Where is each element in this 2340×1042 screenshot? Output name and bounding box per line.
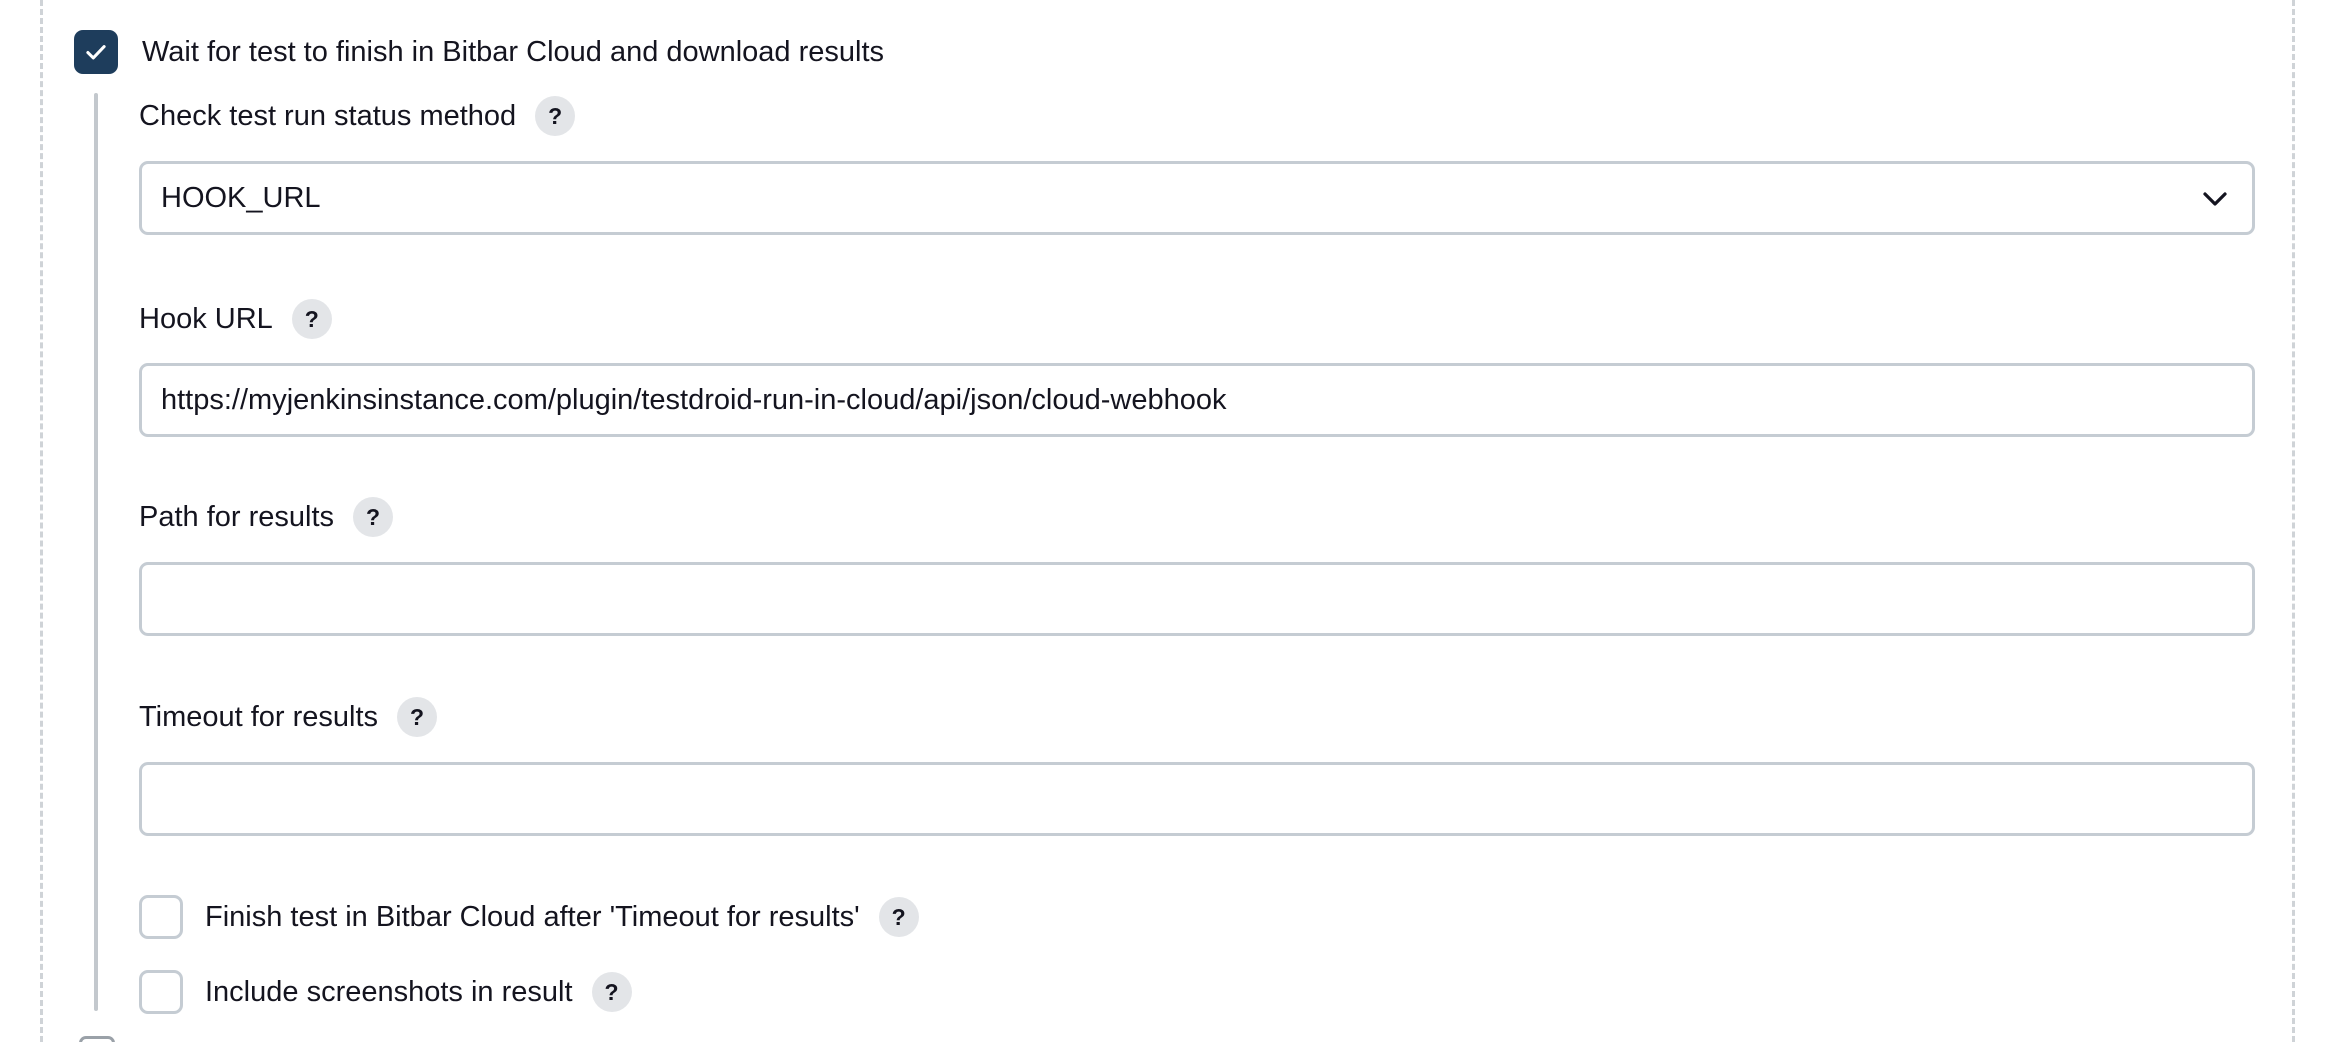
wait-for-test-label[interactable]: Wait for test to finish in Bitbar Cloud … — [142, 32, 884, 72]
hook-url-input[interactable]: https://myjenkinsinstance.com/plugin/tes… — [139, 363, 2255, 437]
results-timeout-field-label: Timeout for results ? — [139, 697, 438, 737]
results-path-input[interactable] — [139, 562, 2255, 636]
finish-after-timeout-row: Finish test in Bitbar Cloud after 'Timeo… — [205, 897, 919, 937]
hook-url-value: https://myjenkinsinstance.com/plugin/tes… — [161, 384, 1227, 416]
include-screenshots-checkbox[interactable] — [139, 970, 183, 1014]
finish-after-timeout-help-button[interactable]: ? — [878, 897, 919, 937]
section-border-left — [40, 0, 43, 1042]
checkmark-icon — [86, 45, 106, 60]
wait-for-test-checkbox[interactable] — [74, 30, 118, 74]
section-border-right — [2292, 0, 2295, 1042]
nested-options-bar — [94, 93, 98, 1011]
include-screenshots-row: Include screenshots in result ? — [205, 972, 632, 1012]
include-screenshots-help-button[interactable]: ? — [591, 972, 632, 1012]
config-section: Wait for test to finish in Bitbar Cloud … — [0, 0, 2340, 1042]
results-path-field-label: Path for results ? — [139, 497, 394, 537]
hook-url-field-label: Hook URL ? — [139, 299, 332, 339]
status-method-selected-value: HOOK_URL — [161, 182, 321, 214]
results-path-label: Path for results — [139, 501, 335, 533]
finish-after-timeout-checkbox[interactable] — [139, 895, 183, 939]
status-method-help-button[interactable]: ? — [535, 96, 576, 136]
include-screenshots-label[interactable]: Include screenshots in result — [205, 972, 573, 1012]
hook-url-label: Hook URL — [139, 303, 273, 335]
status-method-label: Check test run status method — [139, 100, 517, 132]
finish-after-timeout-label[interactable]: Finish test in Bitbar Cloud after 'Timeo… — [205, 897, 860, 937]
hook-url-help-button[interactable]: ? — [291, 299, 332, 339]
chevron-down-icon — [2203, 192, 2227, 206]
results-timeout-label: Timeout for results — [139, 701, 379, 733]
next-option-checkbox[interactable] — [79, 1036, 115, 1042]
results-timeout-help-button[interactable]: ? — [397, 697, 438, 737]
results-timeout-input[interactable] — [139, 762, 2255, 836]
results-path-help-button[interactable]: ? — [353, 497, 394, 537]
status-method-field-label: Check test run status method ? — [139, 96, 576, 136]
status-method-select[interactable]: HOOK_URL — [139, 161, 2255, 235]
